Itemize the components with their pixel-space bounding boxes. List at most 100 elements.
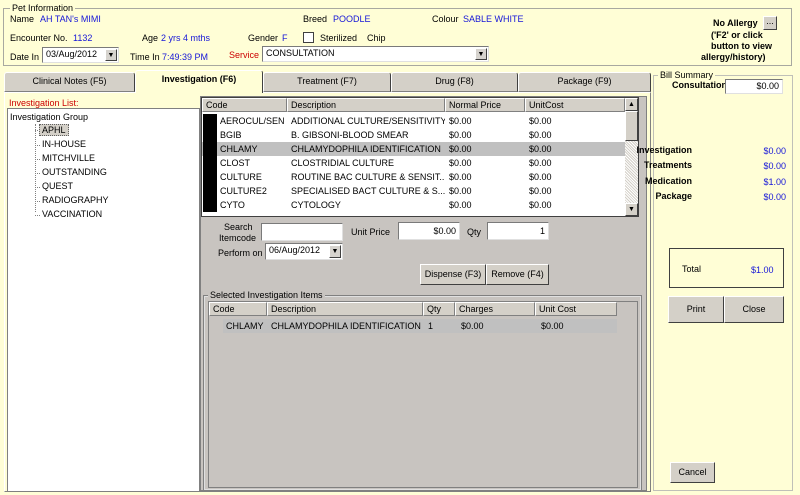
investigation-tree: Investigation Group APHL IN-HOUSE MITCHV… bbox=[7, 108, 200, 492]
row-desc: CLOSTRIDIAL CULTURE bbox=[291, 158, 395, 168]
col-description[interactable]: Description bbox=[267, 302, 423, 316]
row-cost: $0.00 bbox=[529, 186, 552, 196]
itemcode-label: Itemcode bbox=[219, 233, 257, 243]
package-label: Package bbox=[655, 191, 692, 201]
row-cost: $0.00 bbox=[529, 158, 552, 168]
colour-value: SABLE WHITE bbox=[463, 14, 524, 24]
tree-root[interactable]: Investigation Group bbox=[10, 112, 88, 122]
row-code: CHLAMY bbox=[220, 144, 258, 154]
selected-grid-header: Code Description Qty Charges Unit Cost bbox=[209, 302, 617, 316]
bill-summary-title: Bill Summary bbox=[658, 70, 716, 80]
cancel-button[interactable]: Cancel bbox=[670, 462, 715, 483]
allergy-hint-2: button to view bbox=[711, 41, 772, 51]
consultation-label: Consultation bbox=[672, 80, 727, 90]
row-price: $0.00 bbox=[449, 200, 472, 210]
service-select[interactable]: CONSULTATION ▼ bbox=[262, 46, 489, 62]
tab-drug[interactable]: Drug (F8) bbox=[391, 72, 518, 92]
scroll-thumb[interactable] bbox=[625, 111, 638, 141]
encounter-value: 1132 bbox=[73, 33, 93, 43]
print-button[interactable]: Print bbox=[668, 296, 724, 323]
row-indicator bbox=[203, 142, 217, 156]
col-code[interactable]: Code bbox=[209, 302, 267, 316]
time-in-value: 7:49:39 PM bbox=[162, 52, 209, 62]
tree-item-in-house[interactable]: IN-HOUSE bbox=[42, 139, 86, 149]
chevron-down-icon[interactable]: ▼ bbox=[329, 245, 341, 258]
table-row[interactable]: CULTURE2 SPECIALISED BACT CULTURE & S...… bbox=[202, 184, 625, 198]
package-value: $0.00 bbox=[763, 192, 786, 202]
service-label: Service bbox=[229, 50, 260, 60]
search-label: Search bbox=[224, 222, 253, 232]
tree-branch bbox=[35, 145, 40, 146]
tab-treatment[interactable]: Treatment (F7) bbox=[263, 72, 391, 92]
selected-items-title: Selected Investigation Items bbox=[208, 290, 325, 300]
tab-package[interactable]: Package (F9) bbox=[518, 72, 651, 92]
col-normal-price[interactable]: Normal Price bbox=[445, 98, 525, 112]
items-grid-scrollbar[interactable]: ▲ ▼ bbox=[625, 98, 638, 216]
table-row[interactable]: CLOST CLOSTRIDIAL CULTURE $0.00 $0.00 bbox=[202, 156, 625, 170]
search-itemcode-input[interactable] bbox=[261, 223, 343, 241]
tree-item-outstanding[interactable]: OUTSTANDING bbox=[42, 167, 107, 177]
allergy-button[interactable]: ... bbox=[763, 16, 777, 30]
chevron-down-icon[interactable]: ▼ bbox=[105, 49, 117, 61]
chevron-down-icon[interactable]: ▼ bbox=[475, 48, 487, 60]
col-code[interactable]: Code bbox=[202, 98, 287, 112]
scroll-up-icon[interactable]: ▲ bbox=[625, 98, 638, 111]
sterilized-label: Sterilized bbox=[320, 33, 358, 43]
qty-label: Qty bbox=[467, 227, 482, 237]
remove-button[interactable]: Remove (F4) bbox=[486, 264, 549, 285]
perform-on-select[interactable]: 06/Aug/2012 ▼ bbox=[265, 243, 343, 260]
table-row[interactable]: AEROCUL/SEN ADDITIONAL CULTURE/SENSITIVI… bbox=[202, 114, 625, 128]
col-description[interactable]: Description bbox=[287, 98, 445, 112]
tree-vline bbox=[35, 124, 36, 212]
table-row[interactable]: BGIB B. GIBSONI-BLOOD SMEAR $0.00 $0.00 bbox=[202, 128, 625, 142]
tree-item-quest[interactable]: QUEST bbox=[42, 181, 73, 191]
chip-label: Chip bbox=[367, 33, 386, 43]
date-in-label: Date In bbox=[10, 52, 40, 62]
row-desc: ROUTINE BAC CULTURE & SENSIT... bbox=[291, 172, 445, 182]
table-row[interactable]: CHLAMY CHLAMYDOPHILA IDENTIFICATION 1 $0… bbox=[223, 319, 617, 333]
unit-price-input[interactable]: $0.00 bbox=[398, 222, 460, 240]
row-desc: CHLAMYDOPHILA IDENTIFICATION bbox=[271, 321, 421, 331]
col-unit-cost[interactable]: Unit Cost bbox=[535, 302, 617, 316]
tab-investigation[interactable]: Investigation (F6) bbox=[135, 70, 263, 93]
row-code: AEROCUL/SEN bbox=[220, 116, 285, 126]
allergy-hint-1: ('F2' or click bbox=[711, 30, 763, 40]
medication-label: Medication bbox=[644, 176, 692, 186]
row-cost: $0.00 bbox=[529, 144, 552, 154]
row-indicator bbox=[203, 198, 217, 212]
qty-input[interactable]: 1 bbox=[487, 222, 549, 240]
perform-on-value: 06/Aug/2012 bbox=[269, 245, 321, 255]
row-code: CULTURE2 bbox=[220, 186, 267, 196]
sterilized-checkbox[interactable] bbox=[303, 32, 314, 43]
tree-item-vaccination[interactable]: VACCINATION bbox=[42, 209, 102, 219]
row-price: $0.00 bbox=[449, 172, 472, 182]
tree-branch bbox=[35, 159, 40, 160]
col-unitcost[interactable]: UnitCost bbox=[525, 98, 625, 112]
tab-clinical-notes[interactable]: Clinical Notes (F5) bbox=[4, 72, 135, 92]
table-row[interactable]: CYTO CYTOLOGY $0.00 $0.00 bbox=[202, 198, 625, 212]
encounter-label: Encounter No. bbox=[10, 33, 68, 43]
name-label: Name bbox=[10, 14, 35, 24]
row-price: $0.00 bbox=[449, 144, 472, 154]
date-in-value: 03/Aug/2012 bbox=[46, 49, 98, 59]
table-row-selected[interactable]: CHLAMY CHLAMYDOPHILA IDENTIFICATION $0.0… bbox=[202, 142, 625, 156]
row-indicator bbox=[203, 156, 217, 170]
scroll-down-icon[interactable]: ▼ bbox=[625, 203, 638, 216]
col-charges[interactable]: Charges bbox=[455, 302, 535, 316]
age-label: Age bbox=[142, 33, 159, 43]
row-indicator bbox=[203, 184, 217, 198]
selected-items-grid: Code Description Qty Charges Unit Cost C… bbox=[208, 301, 638, 488]
close-button[interactable]: Close bbox=[724, 296, 784, 323]
row-code: CLOST bbox=[220, 158, 251, 168]
tree-item-aphl[interactable]: APHL bbox=[39, 124, 69, 136]
date-in-select[interactable]: 03/Aug/2012 ▼ bbox=[42, 47, 119, 63]
tree-item-radiography[interactable]: RADIOGRAPHY bbox=[42, 195, 109, 205]
dispense-button[interactable]: Dispense (F3) bbox=[420, 264, 486, 285]
tree-item-mitchville[interactable]: MITCHVILLE bbox=[42, 153, 95, 163]
col-qty[interactable]: Qty bbox=[423, 302, 455, 316]
table-row[interactable]: CULTURE ROUTINE BAC CULTURE & SENSIT... … bbox=[202, 170, 625, 184]
service-value: CONSULTATION bbox=[266, 48, 335, 58]
tree-branch bbox=[35, 201, 40, 202]
investigation-value: $0.00 bbox=[763, 146, 786, 156]
medication-value: $1.00 bbox=[763, 177, 786, 187]
